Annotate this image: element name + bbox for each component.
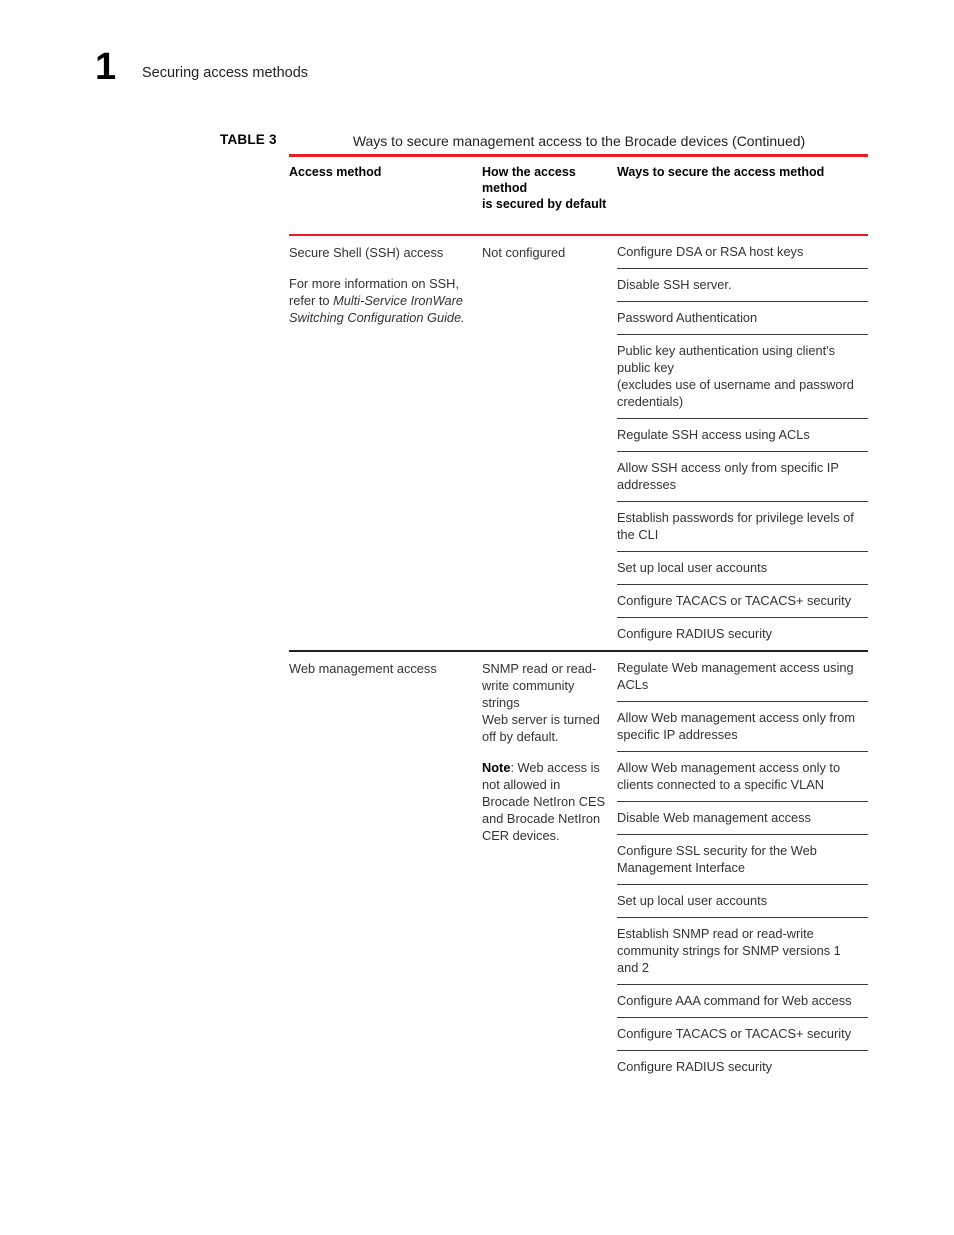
cell-secured-by-default-web: SNMP read or read-write community string… bbox=[482, 652, 617, 1083]
ways-row: Configure DSA or RSA host keys bbox=[617, 236, 868, 270]
secured-by-default-value: Not configured bbox=[482, 245, 566, 260]
ways-list-web: Regulate Web management access using ACL… bbox=[617, 652, 868, 1083]
ways-row: Regulate SSH access using ACLs bbox=[617, 419, 868, 453]
column-header-secured-by-default: How the access method is secured by defa… bbox=[482, 164, 617, 212]
ways-row: Allow Web management access only to clie… bbox=[617, 752, 868, 802]
secured-by-default-note: Note: Web access is not allowed in Broca… bbox=[482, 759, 607, 844]
table-label: TABLE 3 bbox=[220, 132, 277, 147]
page-running-head: 1 Securing access methods bbox=[95, 48, 308, 86]
table-body: Access method How the access method is s… bbox=[289, 154, 868, 1083]
column-header-secured-by-default-line1: How the access method bbox=[482, 164, 576, 195]
chapter-number: 1 bbox=[95, 46, 117, 88]
ways-row: Allow Web management access only from sp… bbox=[617, 702, 868, 752]
ways-row: Configure RADIUS security bbox=[617, 1059, 773, 1075]
cell-access-method-web: Web management access bbox=[289, 652, 482, 1083]
ways-row: Public key authentication using client's… bbox=[617, 335, 868, 420]
secured-by-default-line-a: SNMP read or read-write community string… bbox=[482, 660, 597, 710]
access-method-note: For more information on SSH, refer to Mu… bbox=[289, 275, 472, 326]
column-header-access-method: Access method bbox=[289, 164, 382, 179]
cell-secured-by-default-ssh: Not configured bbox=[482, 236, 617, 650]
table-3: TABLE 3 Ways to secure management access… bbox=[220, 132, 868, 1083]
note-label: Note bbox=[482, 759, 511, 775]
ways-row: Disable SSH server. bbox=[617, 269, 868, 303]
ways-row: Configure TACACS or TACACS+ security bbox=[617, 585, 868, 619]
ways-row: Configure RADIUS security bbox=[617, 626, 773, 642]
cell-access-method-ssh: Secure Shell (SSH) access For more infor… bbox=[289, 236, 482, 650]
access-method-name: Secure Shell (SSH) access bbox=[289, 245, 444, 260]
ways-row: Configure AAA command for Web access bbox=[617, 985, 868, 1019]
ways-row: Establish SNMP read or read-write commun… bbox=[617, 918, 868, 986]
table-title: Ways to secure management access to the … bbox=[352, 133, 806, 149]
table-section-ssh: Secure Shell (SSH) access For more infor… bbox=[289, 236, 868, 650]
column-header-secured-by-default-line2: is secured by default bbox=[482, 196, 607, 211]
ways-row: Configure TACACS or TACACS+ security bbox=[617, 1018, 868, 1052]
ways-row: Set up local user accounts bbox=[617, 885, 868, 918]
ways-row: Allow SSH access only from specific IP a… bbox=[617, 452, 868, 503]
table-section-web-management: Web management access SNMP read or read-… bbox=[289, 652, 868, 1083]
ways-list-ssh: Configure DSA or RSA host keys Disable SS… bbox=[617, 236, 868, 650]
ways-row: Regulate Web management access using ACL… bbox=[617, 652, 868, 702]
secured-by-default-value: SNMP read or read-write community string… bbox=[482, 660, 607, 745]
ways-row: Establish passwords for privilege levels… bbox=[617, 502, 868, 553]
ways-row: Set up local user accounts bbox=[617, 552, 868, 586]
access-method-name: Web management access bbox=[289, 660, 437, 676]
ways-row: Disable Web management access bbox=[617, 802, 868, 835]
chapter-title: Securing access methods bbox=[142, 65, 309, 81]
ways-row: Configure SSL security for the Web Manag… bbox=[617, 835, 868, 885]
table-header-row: Access method How the access method is s… bbox=[289, 157, 868, 234]
table-caption: TABLE 3 Ways to secure management access… bbox=[220, 132, 868, 154]
secured-by-default-line-b: Web server is turned off by default. bbox=[482, 711, 600, 744]
ways-row: Password Authentication bbox=[617, 302, 868, 336]
column-header-ways-to-secure: Ways to secure the access method bbox=[617, 164, 825, 179]
